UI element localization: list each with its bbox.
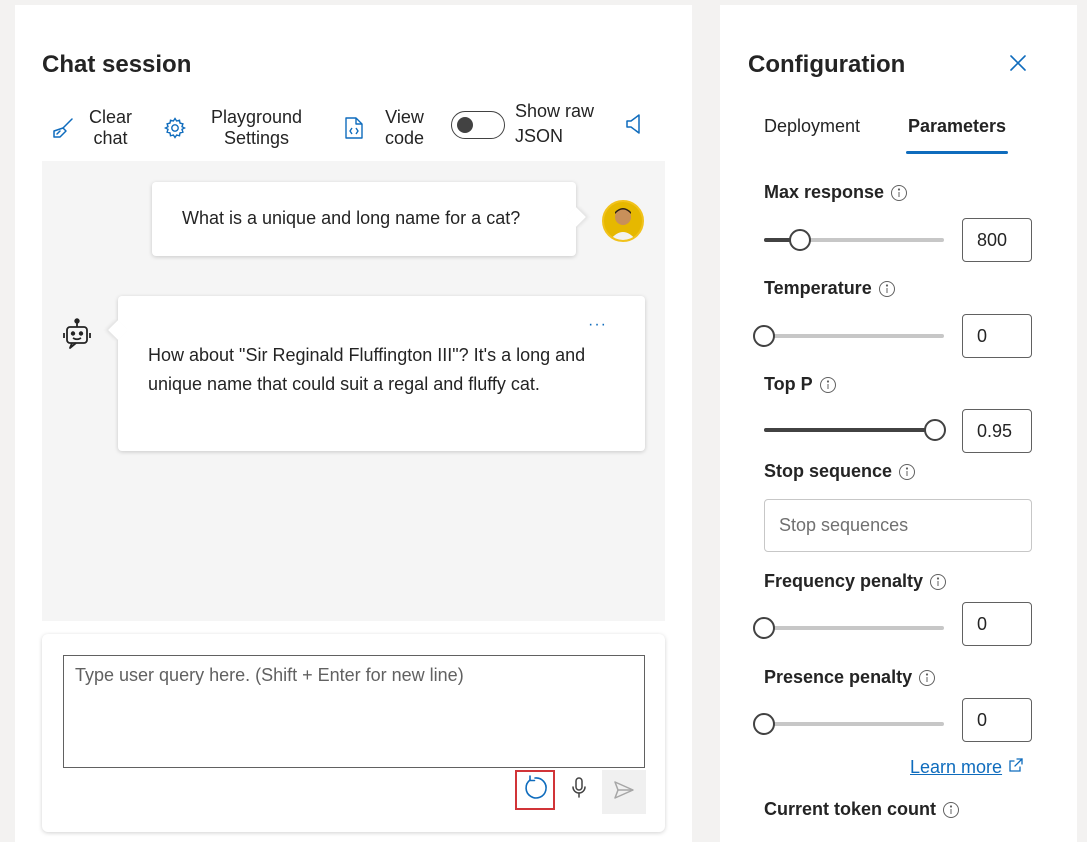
send-button[interactable] [602,770,646,814]
view-code-button[interactable]: View code [343,107,424,149]
view-code-label-line1: View [385,107,424,127]
code-file-icon [343,116,365,140]
info-icon[interactable] [929,573,947,591]
query-input-card [42,634,665,832]
max-response-input[interactable] [962,218,1032,262]
user-message-text: What is a unique and long name for a cat… [182,208,521,228]
slider-thumb[interactable] [789,229,811,251]
presence-penalty-label: Presence penalty [764,667,936,688]
chat-session-panel: Chat session Clear chat Playground Setti… [15,5,692,842]
current-token-count-label: Current token count [764,799,960,820]
show-raw-json-label-line2: JSON [515,126,564,146]
temperature-slider[interactable] [753,325,944,347]
temperature-input[interactable] [962,314,1032,358]
assistant-message-text: How about "Sir Reginald Fluffington III"… [148,345,586,394]
show-raw-json-toggle[interactable]: Show raw JSON [451,101,595,146]
learn-more-link[interactable]: Learn more [910,757,1024,778]
clear-chat-label-line2: chat [93,128,128,148]
show-raw-json-label-line1: Show raw [515,101,595,121]
presence-penalty-input[interactable] [962,698,1032,742]
speaker-button[interactable] [625,112,643,136]
playground-settings-label-line1: Playground [211,107,303,127]
user-query-input[interactable] [63,655,645,768]
frequency-penalty-slider[interactable] [753,617,944,639]
configuration-title: Configuration [748,51,906,78]
bot-icon [62,318,92,355]
bubble-tail [566,207,586,227]
view-code-label-line2: code [385,128,425,148]
gear-icon [163,116,187,140]
slider-thumb[interactable] [924,419,946,441]
frequency-penalty-input[interactable] [962,602,1032,646]
bubble-tail [108,320,128,340]
speaker-icon [625,112,643,136]
info-icon[interactable] [942,801,960,819]
info-icon[interactable] [819,376,837,394]
toggle-knob [457,117,473,133]
top-p-input[interactable] [962,409,1032,453]
refresh-icon [522,774,548,806]
max-response-label: Max response [764,182,908,203]
external-link-icon [1008,757,1024,778]
stop-sequence-label: Stop sequence [764,461,916,482]
playground-settings-label-line2: Settings [224,128,290,148]
slider-thumb[interactable] [753,713,775,735]
close-button[interactable] [1008,53,1030,75]
slider-thumb[interactable] [753,325,775,347]
user-message-bubble: What is a unique and long name for a cat… [152,182,586,256]
microphone-button[interactable] [564,775,594,805]
info-icon[interactable] [890,184,908,202]
toggle-switch[interactable] [451,111,505,139]
microphone-icon [571,776,587,805]
chat-session-title: Chat session [42,51,192,78]
frequency-penalty-label: Frequency penalty [764,571,947,592]
regenerate-button[interactable] [515,770,555,810]
top-p-label: Top P [764,374,837,395]
presence-penalty-slider[interactable] [753,713,944,735]
clear-chat-button[interactable]: Clear chat [51,107,132,149]
slider-thumb[interactable] [753,617,775,639]
chat-messages-area: What is a unique and long name for a cat… [42,161,665,621]
max-response-slider[interactable] [764,229,944,251]
temperature-label: Temperature [764,278,896,299]
tab-parameters[interactable]: Parameters [908,116,1006,137]
clear-chat-label-line1: Clear [89,107,133,127]
info-icon[interactable] [878,280,896,298]
playground-settings-button[interactable]: Playground Settings [163,107,302,149]
more-options-button[interactable]: ··· [588,316,607,334]
assistant-message-bubble: ··· How about "Sir Reginald Fluffington … [108,296,645,451]
avatar[interactable] [602,200,644,242]
info-icon[interactable] [918,669,936,687]
active-tab-indicator [906,151,1008,154]
tab-deployment[interactable]: Deployment [764,116,860,137]
close-icon [1008,55,1028,77]
top-p-slider[interactable] [764,419,946,441]
send-icon [613,780,635,805]
broom-icon [51,116,75,140]
stop-sequence-input[interactable] [764,499,1032,552]
info-icon[interactable] [898,463,916,481]
configuration-panel: Configuration Deployment Parameters Max … [720,5,1077,842]
